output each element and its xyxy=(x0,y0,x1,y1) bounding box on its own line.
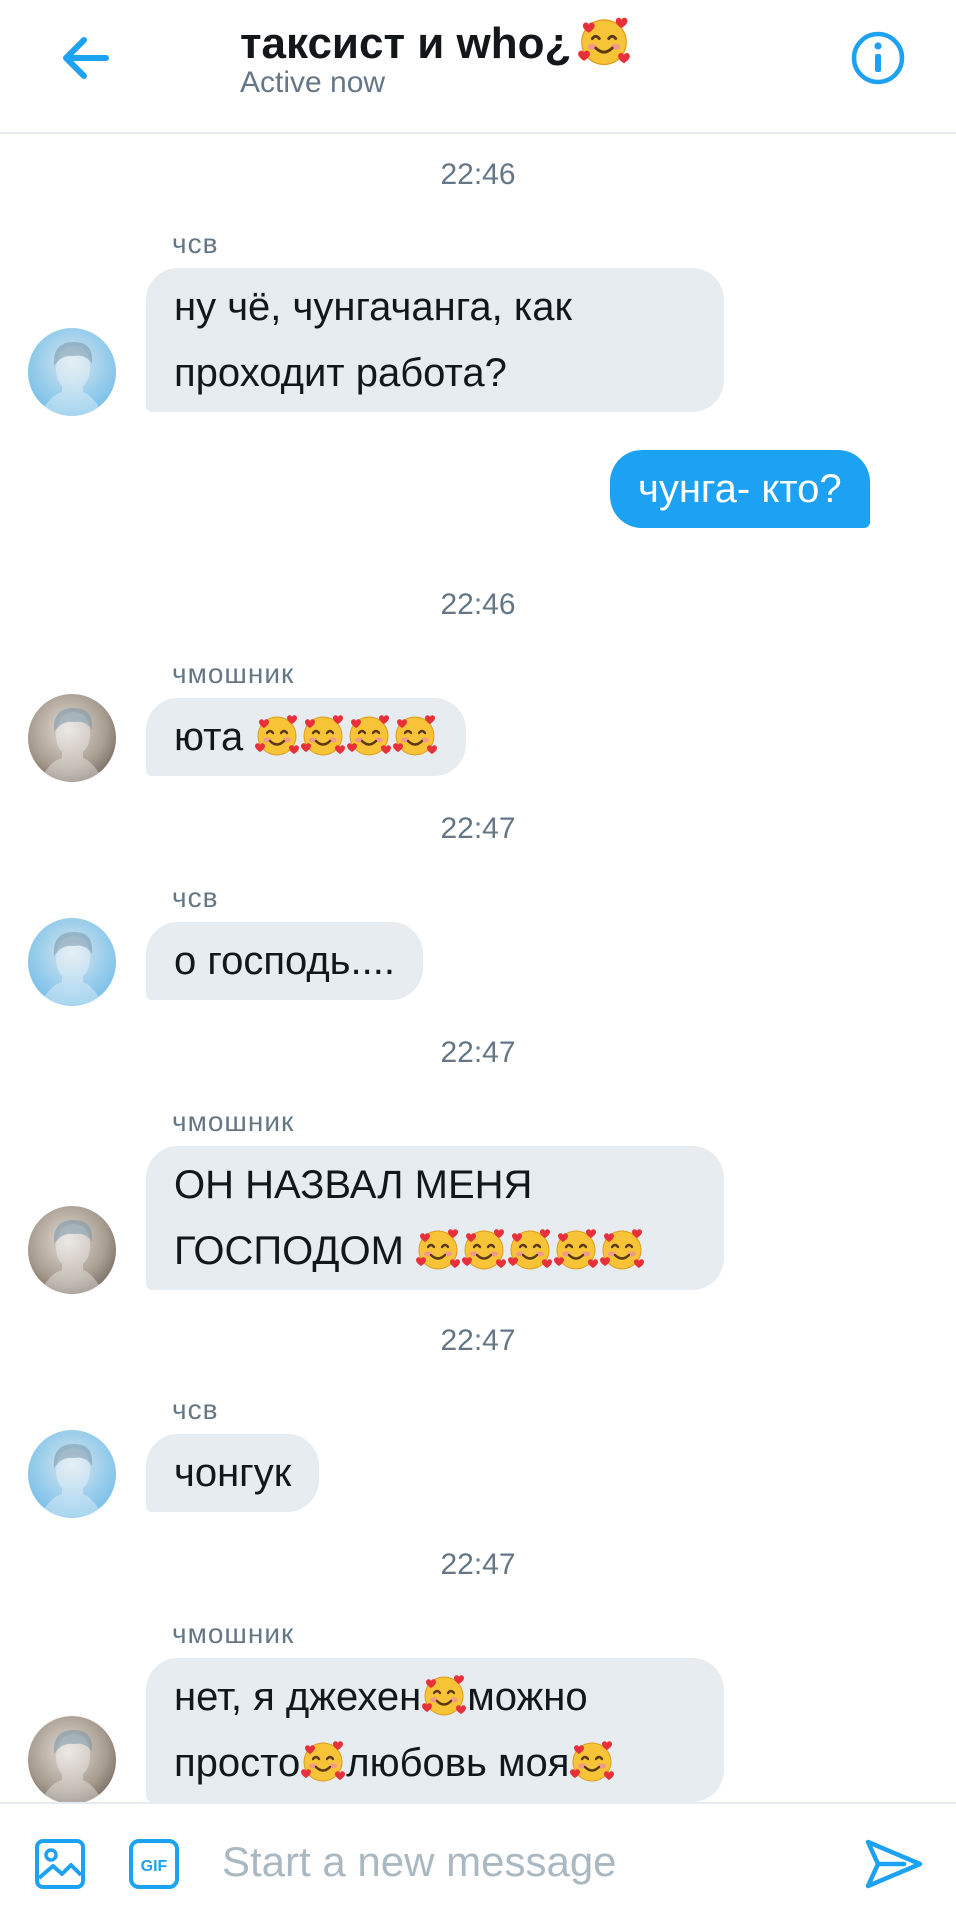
message-bubble[interactable]: ОН НАЗВАЛ МЕНЯ ГОСПОДОМ xyxy=(146,1146,724,1290)
info-button[interactable] xyxy=(850,30,906,86)
message-text: можно xyxy=(467,1675,588,1719)
smiling-face-with-hearts-emoji xyxy=(346,712,392,758)
gif-label: GIF xyxy=(141,1858,168,1875)
send-button[interactable] xyxy=(864,1836,924,1897)
avatar[interactable] xyxy=(28,918,116,1006)
avatar[interactable] xyxy=(28,1430,116,1518)
message-text: чонгук xyxy=(174,1451,292,1495)
smiling-face-with-hearts-emoji xyxy=(599,1226,645,1272)
back-button[interactable] xyxy=(56,30,116,86)
message-bubble[interactable]: нет, я джехен можно просто любовь моя xyxy=(146,1658,724,1802)
sender-name: чмошник xyxy=(172,658,295,689)
message-text: любовь моя xyxy=(346,1741,570,1785)
message-bubble[interactable]: юта xyxy=(146,698,467,776)
gif-icon: GIF xyxy=(129,1839,179,1889)
conversation-title-text: таксист и who¿ xyxy=(240,19,572,69)
smiling-face-with-hearts-emoji xyxy=(461,1226,507,1272)
message-text: ГОСПОДОМ xyxy=(174,1229,404,1273)
avatar[interactable] xyxy=(28,694,116,782)
message-input[interactable] xyxy=(222,1830,822,1894)
message-composer: GIF xyxy=(0,1802,956,1922)
message-text: ну чё, чунгачанга, как xyxy=(174,285,573,329)
gif-button[interactable]: GIF xyxy=(128,1838,180,1895)
avatar[interactable] xyxy=(28,1206,116,1294)
smiling-face-with-hearts-emoji xyxy=(300,712,346,758)
message-text: нет, я джехен xyxy=(174,1675,422,1719)
timestamp: 22:47 xyxy=(440,1548,516,1581)
message-text: ОН НАЗВАЛ МЕНЯ xyxy=(174,1163,533,1207)
send-icon xyxy=(865,1839,923,1889)
message-text: просто xyxy=(174,1741,301,1785)
message-text: чунга- кто? xyxy=(638,467,842,511)
message-text: о господь.... xyxy=(174,939,395,983)
chat-header: таксист и who¿ Active now xyxy=(0,0,956,134)
info-icon xyxy=(851,31,905,85)
back-arrow-icon xyxy=(63,37,109,79)
image-button[interactable] xyxy=(34,1838,86,1895)
sender-name: чсв xyxy=(172,882,219,913)
timestamp: 22:47 xyxy=(440,1036,516,1069)
timestamp: 22:46 xyxy=(440,588,516,621)
timestamp: 22:46 xyxy=(440,158,516,191)
smiling-face-with-hearts-emoji xyxy=(507,1226,553,1272)
avatar[interactable] xyxy=(28,1716,116,1804)
timestamp: 22:47 xyxy=(440,1324,516,1357)
sender-name: чмошник xyxy=(172,1618,295,1649)
smiling-face-with-hearts-emoji xyxy=(569,1738,615,1784)
message-bubble-outgoing[interactable]: чунга- кто? xyxy=(610,450,870,528)
timestamp: 22:47 xyxy=(440,812,516,845)
smiling-face-with-hearts-emoji xyxy=(421,1672,467,1718)
message-bubble[interactable]: чонгук xyxy=(146,1434,320,1512)
sender-name: чсв xyxy=(172,228,219,259)
smiling-face-with-hearts-emoji xyxy=(392,712,438,758)
avatar[interactable] xyxy=(28,328,116,416)
smiling-face-with-hearts-emoji xyxy=(577,14,631,79)
status-text: Active now xyxy=(240,66,386,99)
message-text: проходит работа? xyxy=(174,351,507,395)
smiling-face-with-hearts-emoji xyxy=(254,712,300,758)
message-bubble[interactable]: ну чё, чунгачанга, как проходит работа? xyxy=(146,268,724,412)
smiling-face-with-hearts-emoji xyxy=(300,1738,346,1784)
message-text: юта xyxy=(174,715,244,759)
image-icon xyxy=(35,1839,85,1889)
smiling-face-with-hearts-emoji xyxy=(415,1226,461,1272)
smiling-face-with-hearts-emoji xyxy=(553,1226,599,1272)
sender-name: чсв xyxy=(172,1394,219,1425)
message-bubble[interactable]: о господь.... xyxy=(146,922,423,1000)
sender-name: чмошник xyxy=(172,1106,295,1137)
